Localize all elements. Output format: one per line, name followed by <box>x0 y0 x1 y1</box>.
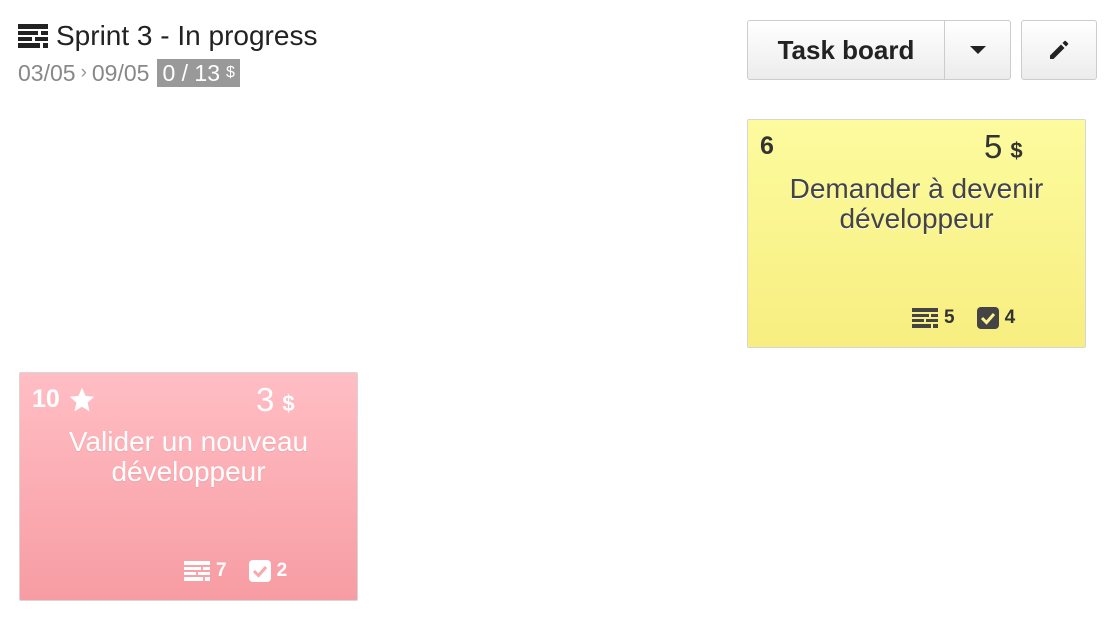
card-story-count: 5 <box>944 307 955 328</box>
card-id-number: 10 <box>32 385 60 413</box>
sprint-header: Sprint 3 - In progress 03/05 › 09/05 0 /… <box>18 18 317 88</box>
card-task-count: 2 <box>276 560 288 581</box>
story-card[interactable]: 10 3 $ Valider un nouveau développeur 7 … <box>19 372 358 601</box>
card-id: 10 <box>32 385 96 414</box>
story-card[interactable]: 6 5 $ Demander à devenir développeur 5 4 <box>747 119 1086 348</box>
card-points-currency: $ <box>1010 138 1023 163</box>
checkbox-checked-icon <box>248 560 271 582</box>
card-points-value: 3 <box>256 381 275 418</box>
stories-icon <box>184 561 210 581</box>
task-board-button[interactable]: Task board <box>747 20 945 80</box>
card-title: Demander à devenir développeur <box>789 173 1044 234</box>
caret-down-icon <box>969 46 986 54</box>
card-points-value: 5 <box>984 128 1003 165</box>
star-icon <box>69 387 95 411</box>
sprint-bars-icon <box>18 24 48 48</box>
sprint-title-row: Sprint 3 - In progress <box>18 18 317 54</box>
sprint-end-date: 09/05 <box>91 59 150 86</box>
card-title: Valider un nouveau développeur <box>68 426 309 487</box>
card-id: 6 <box>760 132 774 161</box>
date-separator-icon: › <box>80 62 87 83</box>
card-points: 5 $ <box>984 128 1023 166</box>
card-footer: 7 2 <box>184 560 287 582</box>
card-footer: 5 4 <box>912 307 1015 329</box>
sprint-title: Sprint 3 - In progress <box>56 20 318 51</box>
card-story-count: 7 <box>216 560 227 581</box>
card-points: 3 $ <box>256 381 295 419</box>
view-dropdown-button[interactable] <box>945 20 1011 80</box>
card-points-currency: $ <box>282 391 295 416</box>
view-selector: Task board <box>747 20 1011 80</box>
checkbox-checked-icon <box>976 307 999 329</box>
sprint-dates: 03/05 › 09/05 0 / 13 $ <box>18 58 317 88</box>
card-task-count: 4 <box>1004 307 1016 328</box>
sprint-points-badge: 0 / 13 $ <box>157 59 240 87</box>
sprint-start-date: 03/05 <box>18 59 76 86</box>
sprint-points-currency: $ <box>226 64 235 81</box>
pencil-icon <box>1050 40 1069 59</box>
edit-sprint-button[interactable] <box>1021 20 1097 80</box>
stories-icon <box>912 308 938 328</box>
sprint-points-value: 0 / 13 <box>162 59 220 86</box>
card-id-number: 6 <box>760 132 774 160</box>
